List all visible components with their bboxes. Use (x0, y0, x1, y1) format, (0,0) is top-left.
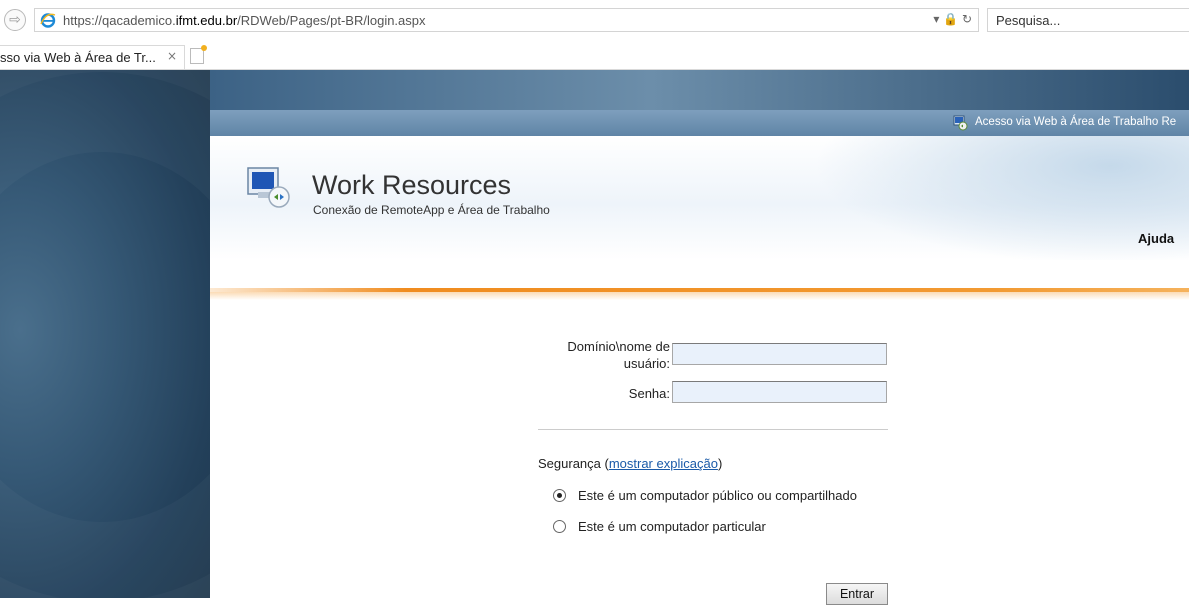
panel-top-bar: Acesso via Web à Área de Trabalho Re (210, 110, 1189, 136)
orange-divider-glow (210, 292, 1189, 300)
sign-in-button[interactable]: Entrar (826, 583, 888, 605)
username-field[interactable] (672, 343, 887, 365)
remote-computer-logo-icon (247, 167, 290, 208)
search-input[interactable]: Pesquisa... (987, 8, 1189, 32)
login-form: Domínio\nome de usuário: Senha: Segurança… (210, 300, 1189, 605)
url-text: https://qacademico.ifmt.edu.br/RDWeb/Pag… (63, 13, 426, 28)
form-separator (538, 429, 888, 430)
radio-public-label: Este é um computador público ou comparti… (578, 488, 857, 503)
security-label: Segurança (mostrar explicação) (538, 456, 723, 471)
page-header: Work Resources Conexão de RemoteApp e Ár… (210, 136, 1189, 260)
username-label: Domínio\nome de usuário: (567, 339, 670, 371)
help-link[interactable]: Ajuda (1138, 231, 1174, 246)
password-field[interactable] (672, 381, 887, 403)
page-viewport: Acesso via Web à Área de Trabalho Re Wor… (0, 70, 1189, 605)
new-tab-icon[interactable] (190, 45, 207, 64)
rdweb-access-link[interactable]: Acesso via Web à Área de Trabalho Re (975, 116, 1176, 128)
show-explanation-link[interactable]: mostrar explicação (609, 456, 718, 471)
back-button[interactable]: ⇨ (4, 9, 26, 31)
url-field[interactable]: https://qacademico.ifmt.edu.br/RDWeb/Pag… (34, 8, 979, 32)
login-panel: Acesso via Web à Área de Trabalho Re Wor… (210, 110, 1189, 605)
radio-private-label: Este é um computador particular (578, 519, 766, 534)
tab-close-icon[interactable]: × (167, 49, 177, 63)
page-subtitle: Conexão de RemoteApp e Área de Trabalho (313, 203, 550, 217)
page-title: Work Resources (312, 170, 512, 200)
remote-desktop-icon (953, 115, 968, 131)
password-label: Senha: (628, 386, 670, 401)
radio-public-row[interactable]: Este é um computador público ou comparti… (553, 488, 857, 503)
tab-bar: sso via Web à Área de Tr... × (0, 42, 1189, 70)
search-placeholder: Pesquisa... (996, 13, 1061, 28)
top-banner-strip (210, 70, 1189, 110)
tab-active[interactable]: sso via Web à Área de Tr... × (0, 45, 185, 69)
radio-private[interactable] (553, 520, 566, 533)
internet-explorer-icon (40, 13, 56, 28)
tab-title: sso via Web à Área de Tr... (0, 50, 156, 65)
radio-public[interactable] (553, 489, 566, 502)
radio-private-row[interactable]: Este é um computador particular (553, 519, 766, 534)
browser-address-bar: ⇨ https://qacademico.ifmt.edu.br/RDWeb/P… (0, 0, 1189, 42)
lock-refresh-icons[interactable]: ▾ 🔒 ↻ (933, 12, 972, 26)
